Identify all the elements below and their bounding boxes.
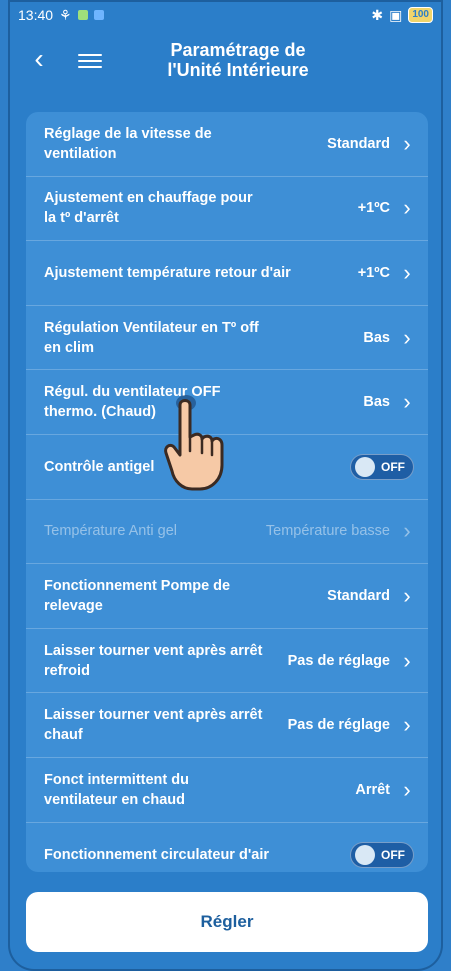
setting-label: Fonctionnement Pompe de relevage <box>44 577 231 614</box>
setting-value-wrap: Standard › <box>327 130 414 156</box>
toggle-knob <box>355 844 375 865</box>
setting-row-ventilation-speed[interactable]: Réglage de la vitesse de ventilation Sta… <box>26 112 428 177</box>
setting-row-air-circulator: Fonctionnement circulateur d'air OFF <box>26 823 428 872</box>
setting-label: Ajustement température retour d'air <box>44 264 291 281</box>
setting-value-wrap: Bas › <box>363 324 414 350</box>
toggle-state: OFF <box>381 459 405 474</box>
setting-value: +1ºC <box>357 200 390 217</box>
setting-row-intermittent-fan-heat[interactable]: Fonct intermittent du ventilateur en cha… <box>26 758 428 823</box>
setting-label: Ajustement en chauffage pour la tº d'arr… <box>44 190 253 227</box>
setting-value: +1ºC <box>357 264 390 281</box>
setting-row-drain-pump[interactable]: Fonctionnement Pompe de relevage Standar… <box>26 564 428 629</box>
notification-icon: ⚘ <box>59 6 72 23</box>
setting-value-wrap: Standard › <box>327 582 414 608</box>
page-title: Paramétrage de l'Unité Intérieure <box>118 40 358 80</box>
app-screen: 13:40 ⚘ ✱ ▣ 100 ‹ Paramétrage de l'Unité… <box>8 0 443 971</box>
setting-value-wrap: Température basse › <box>266 520 414 542</box>
status-time: 13:40 <box>18 7 54 23</box>
chevron-right-icon: › <box>403 518 411 544</box>
setting-value-wrap: Pas de réglage › <box>288 714 414 736</box>
apply-button[interactable]: Régler <box>26 892 428 952</box>
setting-label: Température Anti gel <box>44 523 177 540</box>
chevron-right-icon: › <box>403 259 411 285</box>
bluetooth-icon: ✱ <box>371 6 384 23</box>
setting-row-fan-off-cooling[interactable]: Régulation Ventilateur en Tº off en clim… <box>26 306 428 371</box>
setting-label: Laisser tourner vent après arrêt refroid <box>44 642 263 679</box>
status-bar: 13:40 ⚘ ✱ ▣ 100 <box>8 0 443 30</box>
chevron-right-icon: › <box>403 130 411 156</box>
setting-value: Bas <box>363 329 390 346</box>
setting-row-antifreeze-temperature: Température Anti gel Température basse › <box>26 500 428 565</box>
setting-value-wrap: +1ºC › <box>357 259 414 285</box>
chevron-right-icon: › <box>403 195 411 221</box>
setting-label: Fonctionnement circulateur d'air <box>44 846 270 863</box>
app-notification-icon <box>77 10 88 20</box>
setting-label: Régul. du ventilateur OFF thermo. (Chaud… <box>44 384 221 421</box>
setting-value: Standard <box>327 135 390 152</box>
chevron-right-icon: › <box>403 582 411 608</box>
setting-label: Réglage de la vitesse de ventilation <box>44 125 212 162</box>
chevron-right-icon: › <box>403 712 411 738</box>
air-circulator-toggle[interactable]: OFF <box>350 841 414 868</box>
setting-label: Régulation Ventilateur en Tº off en clim <box>44 319 259 356</box>
toggle-state: OFF <box>381 847 405 862</box>
setting-value: Pas de réglage <box>287 717 390 734</box>
header: ‹ Paramétrage de l'Unité Intérieure <box>8 30 443 94</box>
chevron-right-icon: › <box>403 647 411 673</box>
setting-value: Température basse <box>265 523 390 540</box>
shield-notification-icon <box>93 10 104 20</box>
setting-row-return-air-adjust[interactable]: Ajustement température retour d'air +1ºC… <box>26 241 428 306</box>
setting-value: Pas de réglage <box>287 652 390 669</box>
settings-panel: Réglage de la vitesse de ventilation Sta… <box>26 112 428 872</box>
chevron-right-icon: › <box>403 324 411 350</box>
setting-value: Bas <box>363 394 390 411</box>
setting-value-wrap: Bas › <box>363 391 414 413</box>
status-right: ✱ ▣ 100 <box>371 7 433 24</box>
signal-icon: ▣ <box>389 6 403 23</box>
setting-value-wrap: Arrêt › <box>355 776 414 802</box>
setting-row-fan-after-heating-stop[interactable]: Laisser tourner vent après arrêt chauf P… <box>26 693 428 758</box>
setting-value: Arrêt <box>355 781 390 798</box>
setting-row-heating-stop-adjust[interactable]: Ajustement en chauffage pour la tº d'arr… <box>26 177 428 242</box>
setting-row-antifreeze-control: Contrôle antigel OFF <box>26 435 428 500</box>
setting-value-wrap: Pas de réglage › <box>287 647 414 673</box>
battery-icon: 100 <box>408 7 433 23</box>
setting-row-fan-off-thermo-heat[interactable]: Régul. du ventilateur OFF thermo. (Chaud… <box>26 370 428 435</box>
page-title-line2: l'Unité Intérieure <box>167 60 309 80</box>
toggle-knob <box>355 456 375 477</box>
hamburger-menu-icon[interactable] <box>78 50 102 68</box>
back-arrow-icon[interactable]: ‹ <box>26 44 52 74</box>
antifreeze-toggle[interactable]: OFF <box>350 453 414 480</box>
setting-label: Contrôle antigel <box>44 458 155 475</box>
page-title-line1: Paramétrage de <box>170 40 306 60</box>
setting-row-fan-after-cooling-stop[interactable]: Laisser tourner vent après arrêt refroid… <box>26 629 428 694</box>
setting-value-wrap: +1ºC › <box>358 197 414 219</box>
setting-value: Standard <box>327 587 390 604</box>
chevron-right-icon: › <box>403 776 411 802</box>
chevron-right-icon: › <box>403 389 411 415</box>
setting-label: Laisser tourner vent après arrêt chauf <box>44 707 263 744</box>
setting-label: Fonct intermittent du ventilateur en cha… <box>44 771 189 808</box>
status-left: 13:40 ⚘ <box>18 7 104 24</box>
